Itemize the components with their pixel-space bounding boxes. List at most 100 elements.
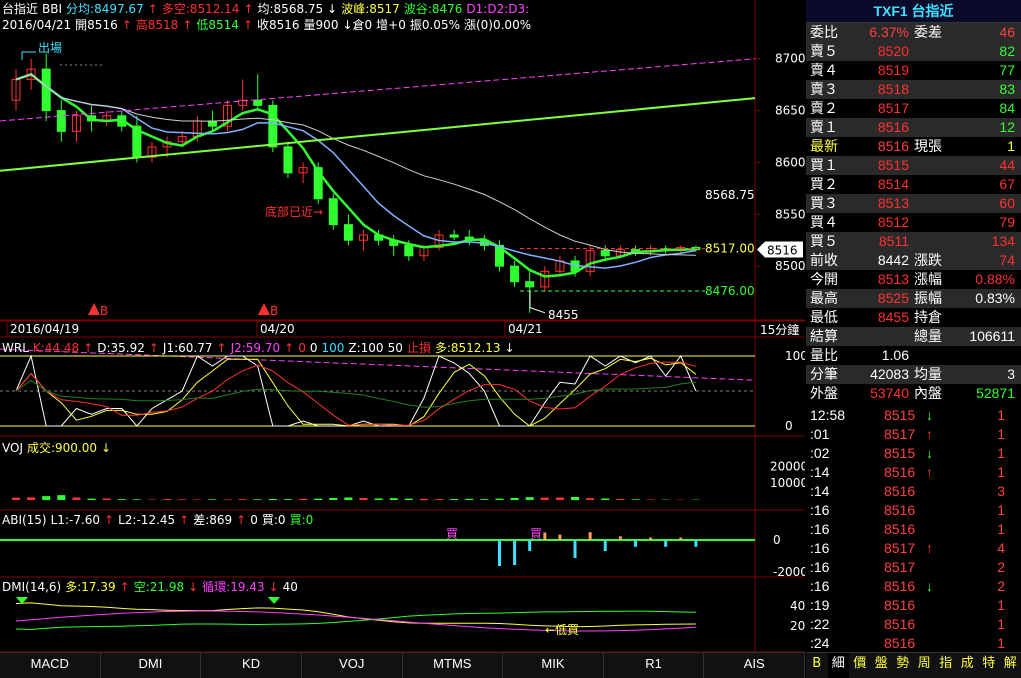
stat-label: 漲跌	[914, 251, 942, 270]
indicator-tab-macd[interactable]: MACD	[0, 653, 101, 678]
panel-tabs: B細價盤勢周指成特解	[806, 652, 1021, 678]
wrl-header-item: ↑	[83, 341, 93, 355]
chart-area[interactable]: 850085508600865087002016/04/1904/2004/21…	[0, 0, 805, 652]
panel-tab[interactable]: 細	[828, 653, 850, 678]
panel-tab[interactable]: 勢	[892, 653, 914, 678]
ask-row: 賣１851612	[806, 118, 1021, 137]
exit-marker	[22, 52, 36, 60]
tick-row[interactable]: :1985161	[806, 596, 1021, 615]
volume-bar	[465, 499, 473, 500]
header-line2-item: 增+0	[376, 18, 406, 32]
tick-list[interactable]: 12:588515↓1:018517↑1:028515↓1:148516↑1:1…	[806, 406, 1021, 653]
volume-bar	[480, 499, 488, 500]
wrl-header-item: J1:60.77	[163, 341, 213, 355]
header-line2-item: 高8518	[136, 18, 179, 32]
header-line1-item: ↑	[243, 2, 253, 16]
candle-body	[284, 147, 292, 173]
tick-row[interactable]: :168516↓2	[806, 577, 1021, 596]
volume-bar	[224, 499, 232, 500]
stat-value: 8442	[878, 251, 909, 270]
dmi-annotation: ←低買	[545, 623, 579, 637]
y-tick-label: 8650	[775, 104, 805, 118]
ask-row: 賣５852082	[806, 42, 1021, 61]
bid-qty: 67	[999, 175, 1015, 194]
tick-row[interactable]: :1685161	[806, 501, 1021, 520]
tick-row[interactable]: 12:588515↓1	[806, 406, 1021, 425]
tick-volume: 3	[997, 482, 1005, 501]
indicator-tab-r1[interactable]: R1	[604, 653, 705, 678]
tick-row[interactable]: :028515↓1	[806, 444, 1021, 463]
header-line1-item: D1:D2:D3:	[466, 2, 529, 16]
bid-label: 買５	[810, 232, 838, 251]
weibi-label: 委比	[810, 23, 838, 42]
indicator-tab-mik[interactable]: MIK	[503, 653, 604, 678]
header-line1-item: 分均:8497.67	[66, 2, 144, 16]
bid-row: 買２851467	[806, 175, 1021, 194]
tick-arrow: ↑	[926, 539, 933, 558]
ask-row: 賣４851977	[806, 61, 1021, 80]
tick-volume: 1	[997, 425, 1005, 444]
latest-qty-label: 現張	[914, 137, 942, 156]
stat-label: 前收	[810, 251, 838, 270]
wrl-header-item: 0	[310, 341, 318, 355]
panel-tab[interactable]: 指	[935, 653, 957, 678]
abi-tick-label: 0	[773, 533, 781, 547]
wrl-header-item: 0	[298, 341, 306, 355]
volume-bar	[72, 497, 80, 500]
panel-tab[interactable]: B	[806, 653, 828, 678]
tick-volume: 1	[997, 406, 1005, 425]
stat-label: 均量	[914, 365, 942, 384]
trendline-green	[0, 98, 755, 171]
wrl-header-item: 100	[321, 341, 344, 355]
wrl-header-item: 多:8512.13	[435, 341, 501, 355]
ask-label: 賣３	[810, 80, 838, 99]
bid-row: 買４851279	[806, 213, 1021, 232]
x-tick-label: 04/20	[260, 322, 295, 336]
panel-tab[interactable]: 盤	[871, 653, 893, 678]
volume-bar	[314, 499, 322, 500]
stat-value: 8525	[878, 289, 909, 308]
tick-row[interactable]: :148516↑1	[806, 463, 1021, 482]
ask-row: 賣２851784	[806, 99, 1021, 118]
volume-bar	[375, 498, 383, 500]
volume-bar	[178, 499, 186, 500]
x-tick-label: 04/21	[508, 322, 543, 336]
panel-tab[interactable]: 特	[978, 653, 1000, 678]
stat-label: 結算	[810, 327, 838, 346]
panel-tab[interactable]: 價	[849, 653, 871, 678]
tick-volume: 1	[997, 501, 1005, 520]
tick-time: :24	[810, 634, 829, 653]
latest-qty: 1	[1007, 137, 1015, 156]
indicator-tab-mtms[interactable]: MTMS	[403, 653, 504, 678]
indicator-tab-dmi[interactable]: DMI	[101, 653, 202, 678]
tick-row[interactable]: :2285161	[806, 615, 1021, 634]
tick-row[interactable]: :1685172	[806, 558, 1021, 577]
candle-body	[405, 245, 413, 255]
candle-body	[601, 251, 609, 256]
tick-time: :16	[810, 501, 829, 520]
tick-time: :01	[810, 425, 829, 444]
panel-tab[interactable]: 成	[957, 653, 979, 678]
bid-row: 買３851360	[806, 194, 1021, 213]
volume-bar	[360, 498, 368, 500]
abi-header-item: 0	[250, 513, 258, 527]
indicator-tab-ais[interactable]: AIS	[704, 653, 805, 678]
tick-time: :16	[810, 539, 829, 558]
header-line2-item: ↓倉0	[342, 18, 372, 32]
tick-price: 8516	[884, 520, 915, 539]
tick-row[interactable]: :1485163	[806, 482, 1021, 501]
tick-row[interactable]: :1685161	[806, 520, 1021, 539]
wrl-header: WRLK:44.48↑D:35.92↑J1:60.77↑J2:59.70↑001…	[2, 341, 519, 355]
candle-body	[57, 111, 65, 132]
tick-row[interactable]: :2485161	[806, 634, 1021, 653]
chart-svg[interactable]: 850085508600865087002016/04/1904/2004/21…	[0, 0, 805, 652]
tick-row[interactable]: :018517↑1	[806, 425, 1021, 444]
volume-bar	[435, 499, 443, 500]
volume-bar	[57, 495, 65, 500]
indicator-tab-kd[interactable]: KD	[201, 653, 302, 678]
tick-row[interactable]: :168517↑4	[806, 539, 1021, 558]
panel-tab[interactable]: 解	[1000, 653, 1021, 678]
panel-tab[interactable]: 周	[914, 653, 936, 678]
indicator-tab-voj[interactable]: VOJ	[302, 653, 403, 678]
stat-label: 內盤	[914, 384, 942, 403]
